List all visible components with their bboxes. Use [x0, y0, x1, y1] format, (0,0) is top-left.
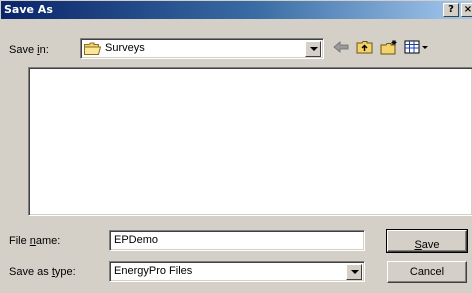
file-list[interactable]	[28, 67, 472, 216]
save-in-value: Surveys	[105, 42, 145, 54]
file-name-label: File name:	[9, 235, 61, 247]
back-arrow-icon[interactable]	[331, 39, 351, 55]
save-button[interactable]: Save	[386, 229, 468, 253]
save-as-type-combo[interactable]: EnergyPro Files	[109, 261, 365, 282]
save-button-label: Save	[414, 239, 440, 251]
folder-icon	[84, 42, 101, 55]
save-as-type-dropdown-arrow[interactable]	[346, 264, 362, 280]
dialog-title: Save As	[4, 3, 53, 16]
new-folder-icon[interactable]	[379, 39, 399, 55]
view-menu-icon[interactable]	[403, 39, 431, 55]
file-name-value: EPDemo	[114, 234, 159, 246]
up-folder-icon[interactable]	[355, 39, 375, 55]
save-in-dropdown-arrow[interactable]	[305, 41, 321, 57]
save-as-type-value: EnergyPro Files	[114, 265, 193, 277]
title-bar[interactable]: Save As ? ×	[1, 1, 472, 19]
help-button[interactable]: ?	[443, 3, 459, 17]
file-name-input[interactable]: EPDemo	[109, 230, 365, 251]
save-in-combo[interactable]: Surveys	[80, 38, 324, 59]
save-as-dialog: Save As ? × Save in: Surveys File name: …	[0, 0, 472, 293]
cancel-button-label: Cancel	[409, 266, 445, 278]
close-button[interactable]: ×	[461, 3, 472, 17]
save-in-label: Save in:	[9, 44, 49, 56]
save-as-type-label: Save as type:	[9, 266, 76, 278]
cancel-button[interactable]: Cancel	[387, 261, 467, 283]
